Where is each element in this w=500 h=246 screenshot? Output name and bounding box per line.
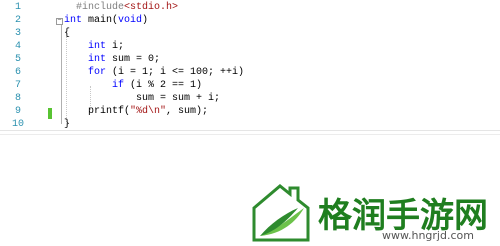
code-token: if	[112, 80, 125, 91]
house-leaf-logo-icon	[252, 184, 310, 242]
code-token: }	[64, 119, 71, 130]
code-token: "%d\n"	[130, 106, 167, 117]
watermark-logo: 格润手游网 www.hngrjd.com	[246, 178, 500, 246]
code-line: }	[64, 119, 70, 131]
line-number: 2	[14, 15, 21, 26]
code-line: printf("%d\n", sum);	[64, 106, 208, 118]
fold-guide	[61, 24, 62, 124]
code-token: printf(	[64, 106, 131, 117]
code-token: int	[64, 15, 83, 26]
code-token: , sum);	[166, 106, 209, 117]
code-line: int main(void)	[64, 15, 148, 27]
fold-collapse-icon[interactable]: −	[56, 18, 63, 25]
code-line: for (i = 1; i <= 100; ++i)	[64, 67, 244, 79]
line-number: 3	[14, 28, 21, 39]
code-token: {	[64, 28, 71, 39]
code-line: {	[64, 28, 70, 40]
code-token: sum = 0;	[106, 54, 161, 65]
code-line: #include<stdio.h>	[76, 2, 178, 14]
code-line: sum = sum + i;	[64, 93, 220, 105]
code-token: (i % 2 == 1)	[124, 80, 203, 91]
line-number-gutter: 1 2 3 4 5 6 7 8 9 10	[0, 0, 36, 134]
code-token: main(	[82, 15, 119, 26]
code-token: )	[142, 15, 149, 26]
code-line: if (i % 2 == 1)	[64, 80, 202, 92]
code-line: int sum = 0;	[64, 54, 160, 66]
code-line: int i;	[64, 41, 124, 53]
line-number: 5	[14, 54, 21, 65]
code-token: int	[88, 41, 107, 52]
line-number: 8	[14, 93, 21, 104]
line-number: 1	[14, 2, 21, 13]
code-token: (i = 1; i <= 100; ++i)	[106, 67, 245, 78]
editor-bottom-divider	[0, 134, 500, 135]
current-line-highlight	[0, 117, 500, 131]
code-token: sum = sum + i;	[64, 93, 221, 104]
line-number: 7	[14, 80, 21, 91]
watermark-url: www.hngrjd.com	[382, 229, 474, 242]
line-number: 4	[14, 41, 21, 52]
code-token: for	[88, 67, 107, 78]
code-token: <stdio.h>	[124, 2, 179, 13]
code-token: #include	[76, 2, 125, 13]
code-token: void	[118, 15, 143, 26]
code-token: int	[88, 54, 107, 65]
line-number: 6	[14, 67, 21, 78]
code-token: i;	[106, 41, 125, 52]
